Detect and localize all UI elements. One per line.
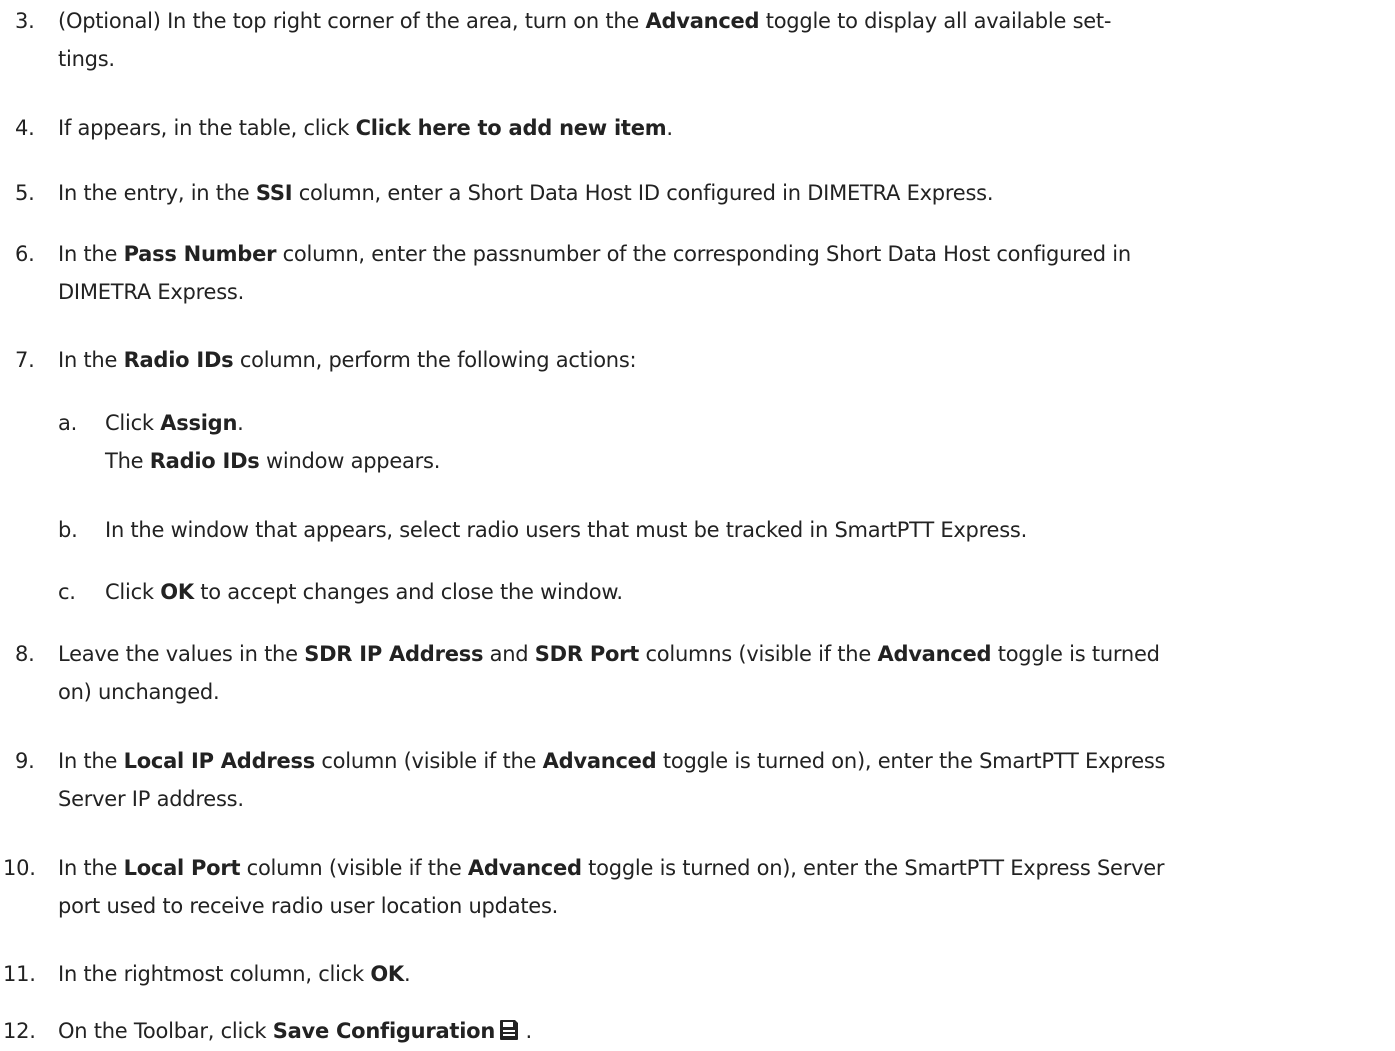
substep-text: In the window that appears, select radio…: [105, 518, 1028, 542]
substep-c: c. Click OK to accept changes and close …: [58, 573, 1368, 611]
step-4: 4. If appears, in the table, click Click…: [0, 109, 1375, 147]
substep-letter: b.: [58, 518, 78, 542]
substep-letter: c.: [58, 580, 76, 604]
step-text: In the rightmost column, click OK.: [58, 962, 411, 986]
step-number: 10.: [3, 856, 36, 880]
step-number: 9.: [15, 749, 35, 773]
step-7: 7. In the Radio IDs column, perform the …: [0, 341, 1375, 379]
step-12: 12. On the Toolbar, click Save Configura…: [0, 1012, 1375, 1050]
step-6: 6. In the Pass Number column, enter the …: [0, 235, 1375, 311]
step-number: 11.: [3, 962, 36, 986]
step-3: 3. (Optional) In the top right corner of…: [0, 2, 1375, 78]
step-8: 8. Leave the values in the SDR IP Addres…: [0, 635, 1375, 711]
step-number: 3.: [15, 9, 35, 33]
substep-a: a. Click Assign. The Radio IDs window ap…: [58, 404, 1368, 480]
step-number: 12.: [3, 1019, 36, 1043]
step-text: In the Local Port column (visible if the…: [58, 856, 1165, 918]
step-11: 11. In the rightmost column, click OK.: [0, 955, 1375, 993]
step-number: 4.: [15, 116, 35, 140]
step-text: In the entry, in the SSI column, enter a…: [58, 181, 994, 205]
substep-text: Click OK to accept changes and close the…: [105, 580, 623, 604]
substep-b: b. In the window that appears, select ra…: [58, 511, 1368, 549]
floppy-disk-icon: [500, 1020, 519, 1040]
step-10: 10. In the Local Port column (visible if…: [0, 849, 1375, 925]
step-9: 9. In the Local IP Address column (visib…: [0, 742, 1375, 818]
step-number: 5.: [15, 181, 35, 205]
step-text: In the Local IP Address column (visible …: [58, 749, 1166, 811]
substep-letter: a.: [58, 411, 78, 435]
step-text: If appears, in the table, click Click he…: [58, 116, 673, 140]
step-number: 8.: [15, 642, 35, 666]
step-number: 7.: [15, 348, 35, 372]
step-text: Leave the values in the SDR IP Address a…: [58, 642, 1160, 704]
step-text: In the Pass Number column, enter the pas…: [58, 242, 1131, 304]
step-text: In the Radio IDs column, perform the fol…: [58, 348, 637, 372]
step-5: 5. In the entry, in the SSI column, ente…: [0, 174, 1375, 212]
step-number: 6.: [15, 242, 35, 266]
substep-text: Click Assign. The Radio IDs window appea…: [105, 411, 441, 473]
document-page: 3. (Optional) In the top right corner of…: [0, 0, 1395, 1051]
step-text: (Optional) In the top right corner of th…: [58, 9, 1112, 71]
step-text: On the Toolbar, click Save Configuration…: [58, 1019, 532, 1043]
